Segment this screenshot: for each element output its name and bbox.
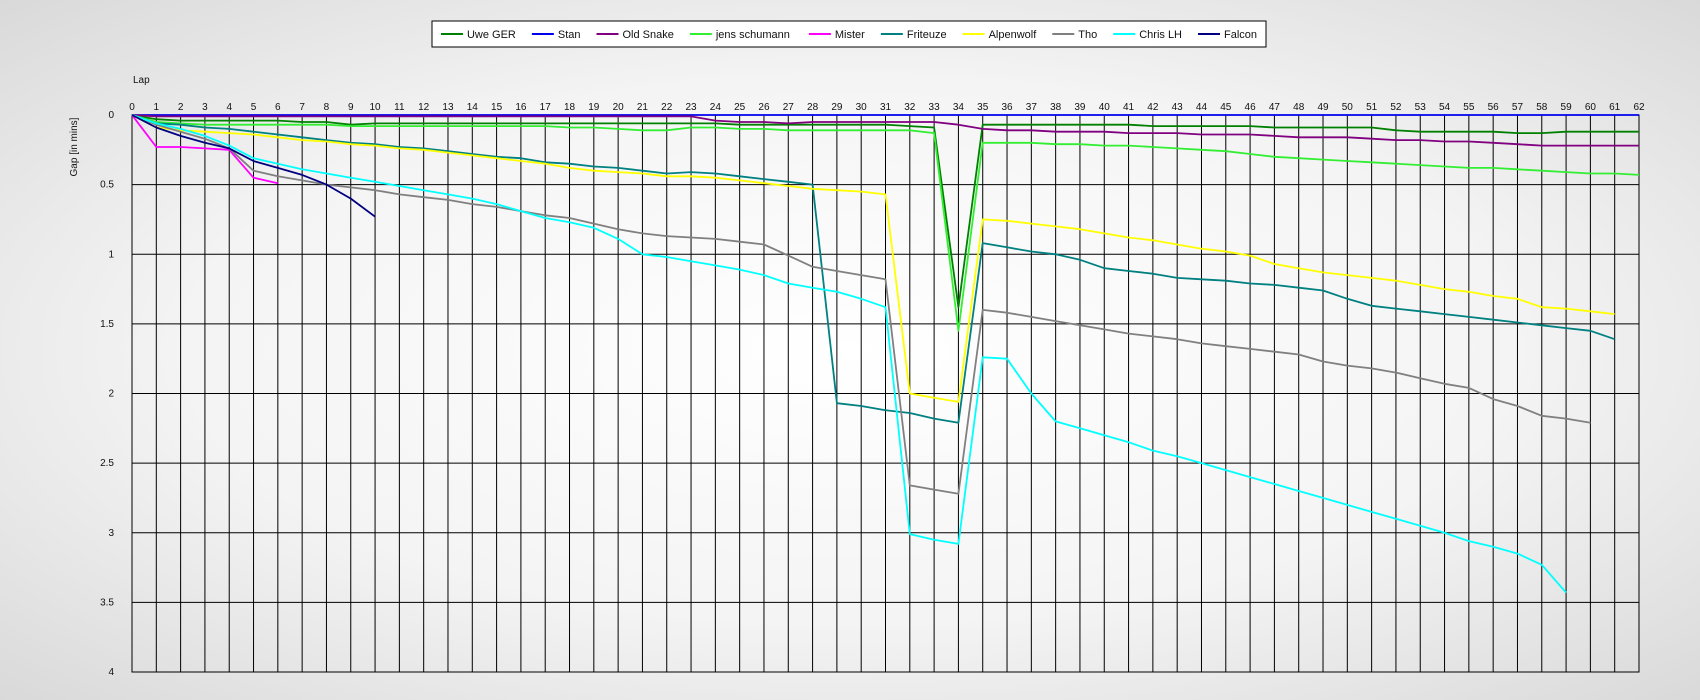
x-tick-label: 55 [1463,102,1475,113]
x-tick-labels: 0 1 2 3 4 5 6 7 8 9 10 11 12 13 14 15 16 17 18 19 20 21 22 23 24… [129,102,1645,113]
x-tick-label: 36 [1001,102,1013,113]
legend-label: Friteuze [907,29,947,41]
legend-label: Uwe GER [467,29,516,41]
x-tick-label: 23 [685,102,697,113]
x-tick-label: 22 [661,102,673,113]
x-tick-label: 59 [1561,102,1573,113]
legend-label: Chris LH [1139,29,1182,41]
x-tick-label: 45 [1220,102,1232,113]
x-tick-label: 1 [154,102,160,113]
x-tick-label: 6 [275,102,281,113]
x-tick-label: 0 [129,102,135,113]
legend-label: Alpenwolf [989,29,1038,41]
legend-label: Tho [1078,29,1097,41]
x-tick-label: 14 [467,102,479,113]
x-tick-label: 4 [226,102,232,113]
x-tick-label: 48 [1293,102,1305,113]
y-tick-label: 3.5 [100,597,114,608]
x-tick-label: 21 [637,102,649,113]
x-tick-label: 10 [370,102,382,113]
y-tick-label: 2.5 [100,458,114,469]
x-tick-label: 53 [1415,102,1427,113]
x-tick-label: 31 [880,102,892,113]
x-tick-label: 39 [1074,102,1086,113]
y-tick-label: 2 [108,389,114,400]
x-tick-label: 5 [251,102,257,113]
x-tick-label: 51 [1366,102,1378,113]
x-tick-label: 56 [1488,102,1500,113]
y-tick-label: 4 [108,667,114,678]
x-tick-label: 8 [324,102,330,113]
y-tick-label: 0 [108,110,114,121]
x-tick-label: 30 [856,102,868,113]
x-tick-label: 60 [1585,102,1597,113]
y-tick-label: 0.5 [100,180,114,191]
x-tick-label: 3 [202,102,208,113]
y-tick-label: 1.5 [100,319,114,330]
legend-label: Falcon [1224,29,1257,41]
legend-label: Stan [558,29,581,41]
x-tick-label: 28 [807,102,819,113]
x-tick-label: 54 [1439,102,1451,113]
x-tick-label: 32 [904,102,916,113]
x-tick-label: 15 [491,102,503,113]
x-tick-label: 42 [1147,102,1159,113]
x-tick-label: 47 [1269,102,1281,113]
x-tick-label: 37 [1026,102,1038,113]
x-tick-label: 7 [299,102,305,113]
x-tick-label: 61 [1609,102,1621,113]
x-tick-label: 12 [418,102,430,113]
y-axis-label: Gap [in mins] [69,117,80,176]
x-tick-label: 41 [1123,102,1135,113]
x-tick-label: 18 [564,102,576,113]
x-tick-label: 34 [953,102,965,113]
x-tick-label: 29 [831,102,843,113]
x-tick-label: 25 [734,102,746,113]
x-tick-label: 43 [1172,102,1184,113]
x-tick-label: 20 [613,102,625,113]
legend-label: Old Snake [622,29,673,41]
x-tick-label: 35 [977,102,989,113]
x-tick-label: 17 [540,102,552,113]
x-tick-label: 2 [178,102,184,113]
x-tick-label: 58 [1536,102,1548,113]
x-tick-label: 16 [515,102,527,113]
x-tick-label: 27 [783,102,795,113]
legend: Uwe GER Stan Old Snake jens schumann Mister F… [431,20,1267,48]
x-tick-label: 49 [1317,102,1329,113]
x-tick-label: 24 [710,102,722,113]
x-axis-label: Lap [133,75,150,86]
x-tick-label: 9 [348,102,354,113]
y-tick-labels: 0 0.5 1 1.5 2 2.5 3 3.5 4 [100,110,114,678]
x-tick-label: 11 [394,102,405,113]
y-tick-label: 3 [108,528,114,539]
x-tick-label: 44 [1196,102,1208,113]
x-tick-label: 40 [1099,102,1111,113]
x-tick-label: 57 [1512,102,1524,113]
x-tick-label: 50 [1342,102,1354,113]
x-tick-label: 46 [1245,102,1257,113]
x-tick-label: 62 [1633,102,1645,113]
x-tick-label: 52 [1390,102,1402,113]
x-tick-label: 26 [758,102,770,113]
x-tick-label: 38 [1050,102,1062,113]
legend-label: Mister [835,29,865,41]
y-tick-label: 1 [108,249,114,260]
x-tick-label: 13 [442,102,454,113]
legend-label: jens schumann [715,29,790,41]
x-tick-label: 19 [588,102,600,113]
gap-chart: Uwe GER Stan Old Snake jens schumann Mister F… [69,20,1645,678]
series-line-alpenwolf [131,114,1615,403]
x-tick-label: 33 [929,102,941,113]
series-line-friteuze [131,114,1615,424]
